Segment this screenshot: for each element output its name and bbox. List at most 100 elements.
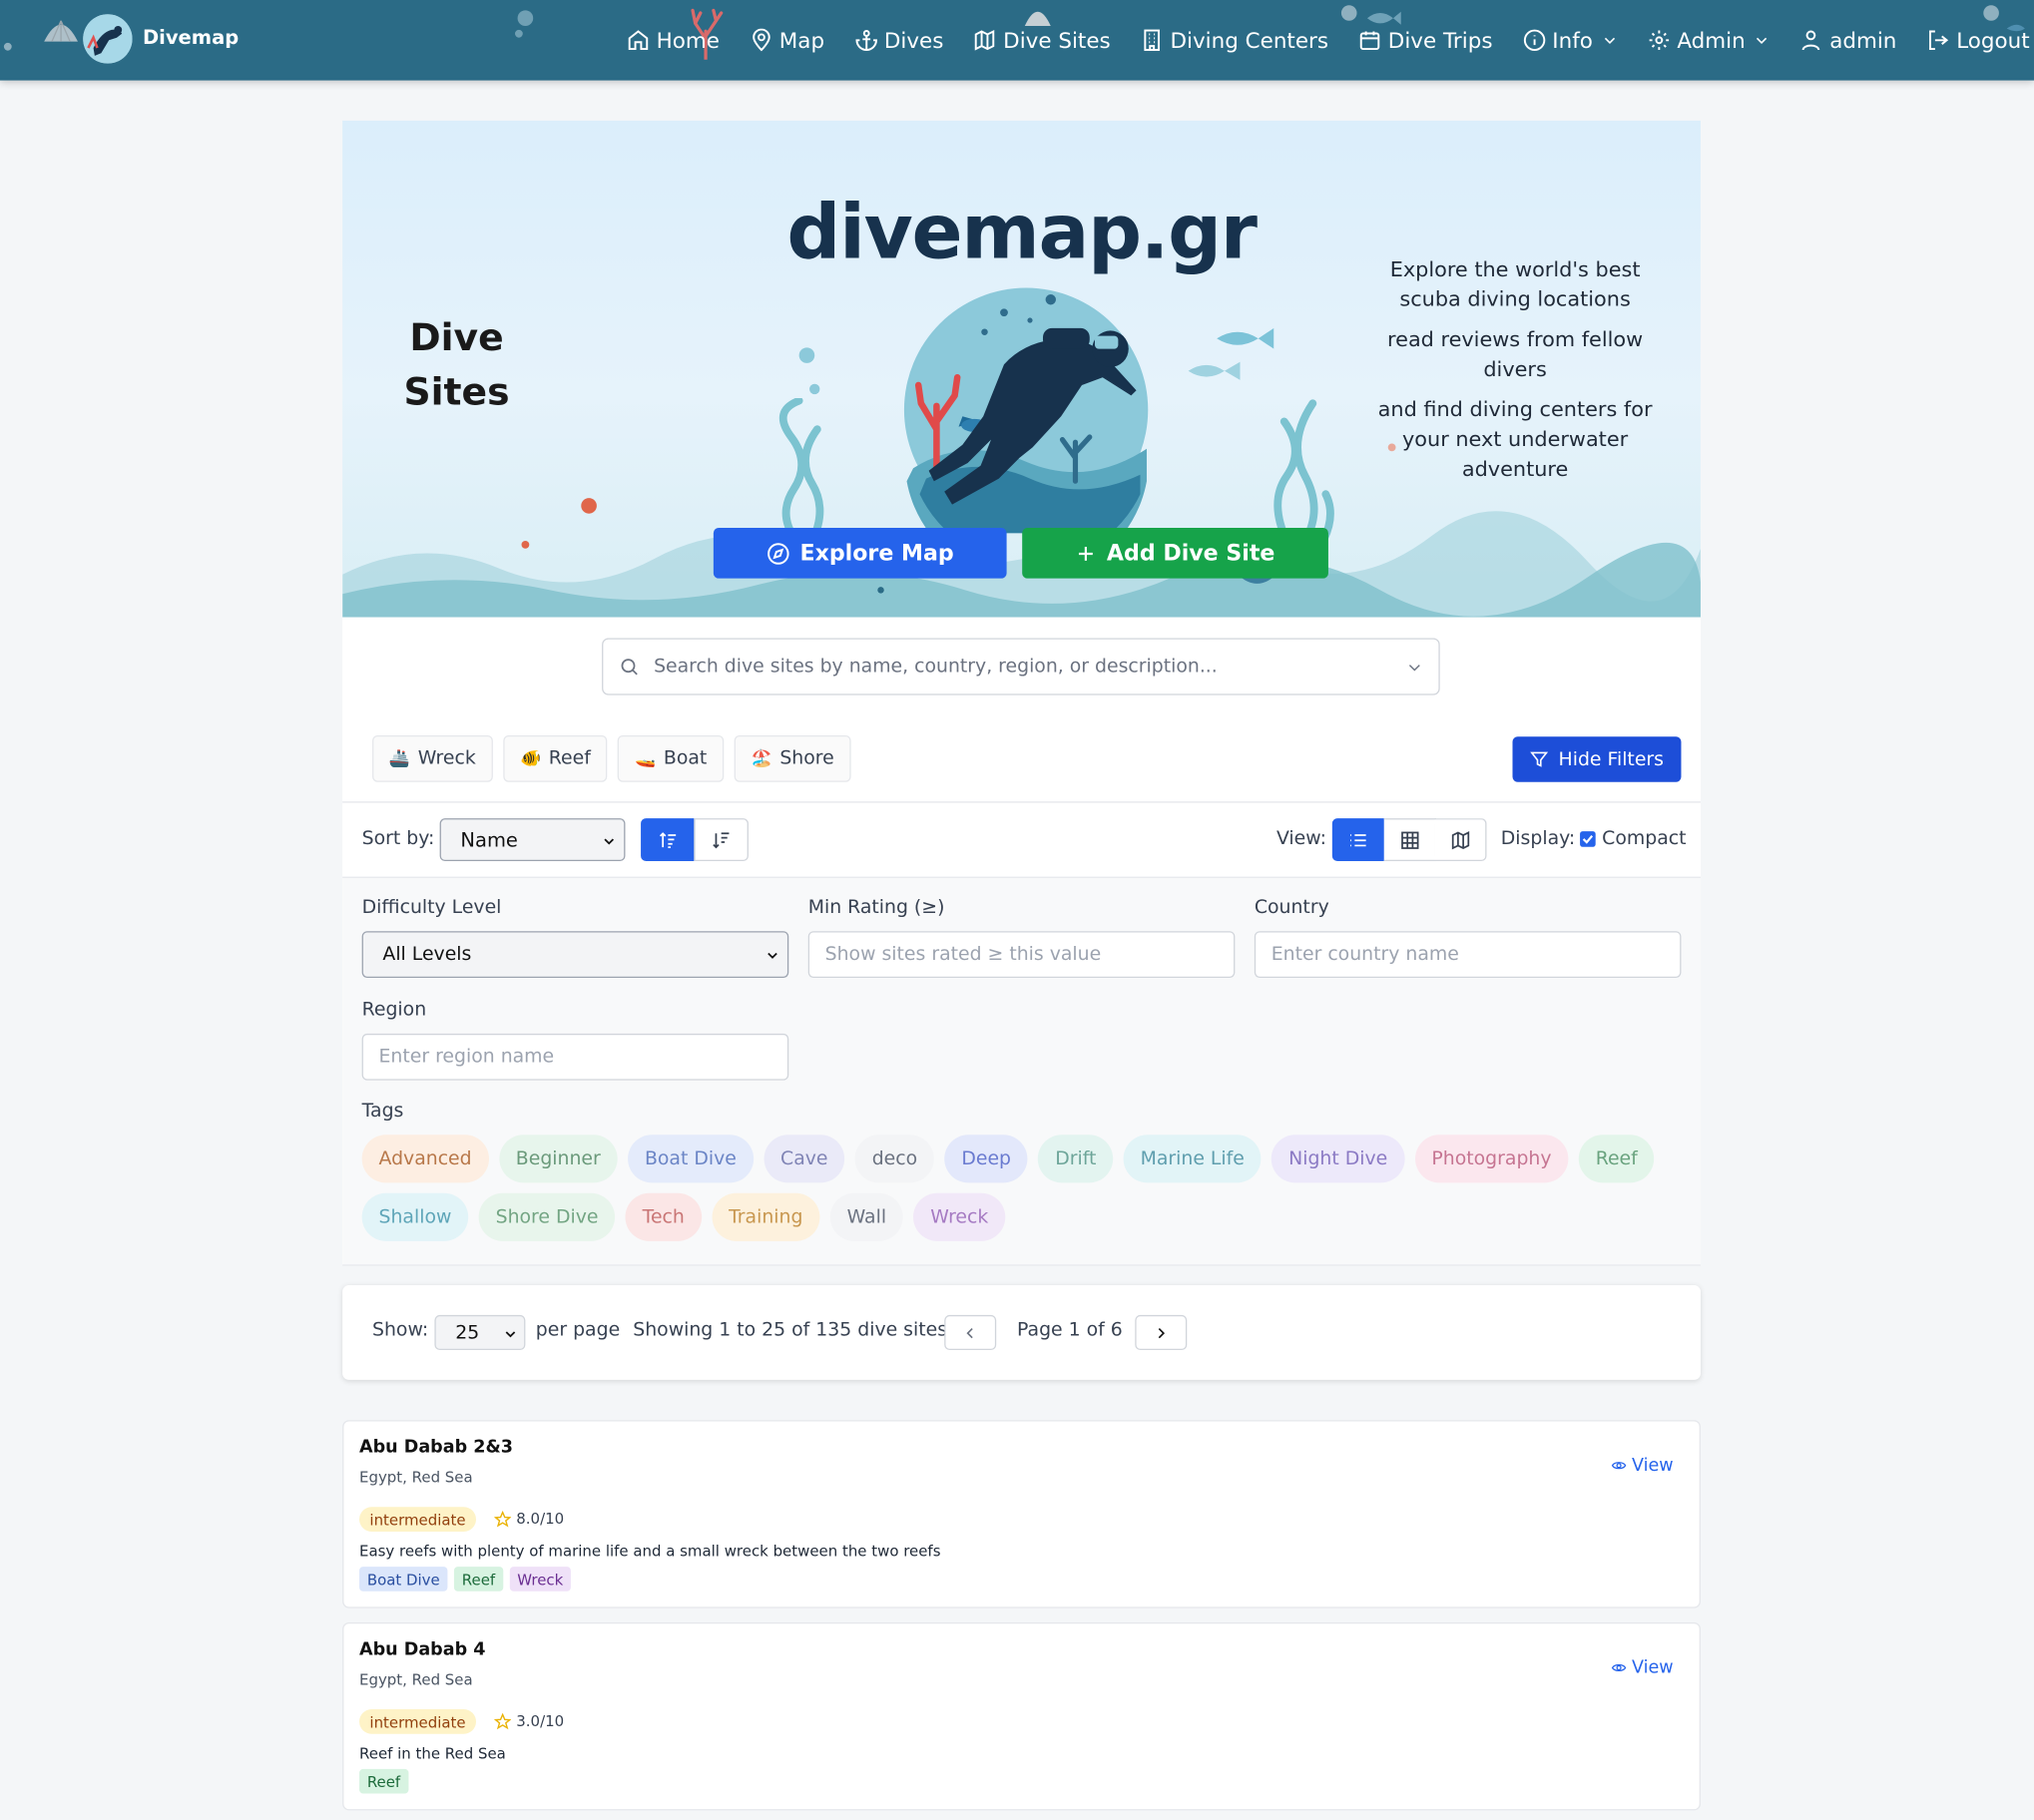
chevron-down-icon (505, 1331, 516, 1338)
nav-admin[interactable]: Admin (1647, 28, 1770, 53)
nav-logout[interactable]: Logout (1926, 27, 2030, 53)
tag-filter-chip[interactable]: Advanced (361, 1135, 489, 1183)
explore-map-label: Explore Map (799, 540, 954, 567)
sort-descending-icon (713, 831, 730, 848)
per-page-label: per page (535, 1320, 621, 1341)
view-grid-button[interactable] (1383, 818, 1436, 862)
quick-filter-label: Reef (548, 747, 591, 769)
view-button[interactable]: View (1611, 1657, 1674, 1678)
search-input[interactable]: Search dive sites by name, country, regi… (602, 638, 1440, 695)
next-page-button[interactable] (1135, 1314, 1188, 1351)
seaweed-right-icon (1273, 399, 1334, 541)
sort-select[interactable]: Name (439, 818, 626, 862)
compact-checkbox[interactable]: Compact (1580, 828, 1687, 850)
dive-site-tag: Reef (454, 1567, 503, 1592)
hide-filters-button[interactable]: Hide Filters (1512, 736, 1682, 782)
difficulty-select[interactable]: All Levels (361, 931, 789, 979)
sort-descending-button[interactable] (694, 818, 749, 862)
view-map-button[interactable] (1434, 818, 1487, 862)
tag-filter-chip[interactable]: Shallow (361, 1192, 469, 1241)
beach-icon: 🏖️ (751, 748, 772, 769)
checkbox-checked-icon[interactable] (1580, 831, 1596, 847)
sort-value: Name (460, 827, 518, 852)
tag-filter-chip[interactable]: Boat Dive (628, 1135, 754, 1183)
tag-filter-chip[interactable]: Shore Dive (478, 1192, 616, 1241)
chevron-left-icon (966, 1327, 973, 1338)
region-label: Region (361, 1000, 427, 1021)
hero-tagline-line: and find diving centers for your next un… (1377, 396, 1653, 482)
divemap-logo-icon[interactable] (83, 14, 133, 64)
add-dive-site-button[interactable]: Add Dive Site (1022, 527, 1328, 579)
eye-icon (1611, 1663, 1627, 1672)
quick-filter-boat[interactable]: 🚤 Boat (618, 734, 725, 782)
dive-site-card[interactable]: Abu Dabab 4 Egypt, Red Sea intermediate … (342, 1621, 1701, 1811)
tag-filter-chip[interactable]: Tech (625, 1192, 702, 1241)
dive-site-card[interactable]: Abu Dabab 2&3 Egypt, Red Sea intermediat… (342, 1420, 1701, 1608)
tag-filter-chip[interactable]: Cave (763, 1135, 845, 1183)
explore-map-button[interactable]: Explore Map (713, 527, 1007, 579)
fish-icon: 🐠 (519, 748, 541, 769)
chevron-down-icon (1604, 37, 1615, 45)
info-icon (1523, 29, 1545, 52)
view-button[interactable]: View (1611, 1455, 1674, 1476)
quick-filter-wreck[interactable]: 🚢 Wreck (372, 734, 493, 782)
dive-site-location: Egypt, Red Sea (359, 1468, 473, 1487)
chevron-down-icon[interactable] (1406, 659, 1423, 676)
nav-logout-label: Logout (1956, 27, 2030, 53)
country-input[interactable]: Enter country name (1254, 931, 1682, 979)
home-icon (628, 30, 649, 51)
nav-dive-trips[interactable]: Dive Trips (1358, 27, 1493, 53)
view-list-button[interactable] (1331, 818, 1384, 862)
quick-filter-label: Shore (779, 747, 834, 769)
rating-value: 8.0/10 (516, 1509, 565, 1529)
nav-dive-trips-label: Dive Trips (1387, 27, 1493, 53)
tag-filter-chip[interactable]: Wreck (913, 1192, 1006, 1241)
bubbles-icon (798, 347, 820, 395)
nav-dive-sites-label: Dive Sites (1003, 27, 1111, 53)
difficulty-label: Difficulty Level (361, 897, 502, 919)
building-icon (1144, 29, 1161, 52)
compact-label: Compact (1602, 828, 1687, 850)
nav-diving-centers[interactable]: Diving Centers (1141, 28, 1328, 53)
sort-ascending-button[interactable] (641, 818, 695, 862)
nav-home[interactable]: Home (627, 28, 720, 53)
show-label: Show: (372, 1320, 429, 1341)
nav-dive-sites[interactable]: Dive Sites (973, 27, 1111, 53)
page-size-select[interactable]: 25 (434, 1314, 526, 1351)
tag-filter-chip[interactable]: Night Dive (1271, 1135, 1405, 1183)
nav-map[interactable]: Map (750, 28, 824, 53)
nav-user[interactable]: admin (1799, 28, 1896, 53)
region-input[interactable]: Enter region name (361, 1033, 789, 1081)
tag-filter-chip[interactable]: Photography (1414, 1135, 1569, 1183)
hero-tagline-line: read reviews from fellow divers (1387, 326, 1644, 382)
tag-filter-chip[interactable]: Beginner (498, 1135, 618, 1183)
user-icon (1802, 30, 1820, 51)
tag-filter-chip[interactable]: deco (854, 1135, 935, 1183)
min-rating-input[interactable]: Show sites rated ≥ this value (807, 931, 1236, 979)
tag-filter-chip[interactable]: Reef (1578, 1135, 1655, 1183)
tag-filter-chip[interactable]: Training (712, 1192, 820, 1241)
tag-filter-chip[interactable]: Marine Life (1123, 1135, 1262, 1183)
dive-site-location: Egypt, Red Sea (359, 1670, 473, 1689)
dive-site-name[interactable]: Abu Dabab 2&3 (359, 1437, 513, 1458)
nav-info[interactable]: Info (1522, 28, 1617, 53)
dive-site-name[interactable]: Abu Dabab 4 (359, 1639, 485, 1660)
star-icon (494, 1712, 512, 1729)
rating: 3.0/10 (494, 1712, 564, 1730)
map-icon (1451, 830, 1469, 849)
nav-dives[interactable]: Dives (854, 28, 943, 53)
quick-filter-shore[interactable]: 🏖️ Shore (734, 734, 851, 782)
pagination-bar: Show: 25 per page Showing 1 to 25 of 135… (342, 1285, 1701, 1380)
tag-filter-chip[interactable]: Wall (829, 1192, 903, 1241)
quick-filter-reef[interactable]: 🐠 Reef (503, 734, 608, 782)
add-dive-site-label: Add Dive Site (1106, 540, 1275, 567)
filter-panel: Search dive sites by name, country, regi… (342, 617, 1701, 1266)
dive-site-description: Reef in the Red Sea (359, 1744, 506, 1763)
brand-name[interactable]: Divemap (143, 26, 239, 49)
calendar-icon (1359, 31, 1380, 51)
previous-page-button[interactable] (944, 1314, 997, 1351)
nav-admin-label: Admin (1677, 27, 1746, 53)
tag-filter-chip[interactable]: Drift (1038, 1135, 1114, 1183)
nav-user-label: admin (1829, 27, 1897, 53)
tag-filter-chip[interactable]: Deep (944, 1135, 1028, 1183)
